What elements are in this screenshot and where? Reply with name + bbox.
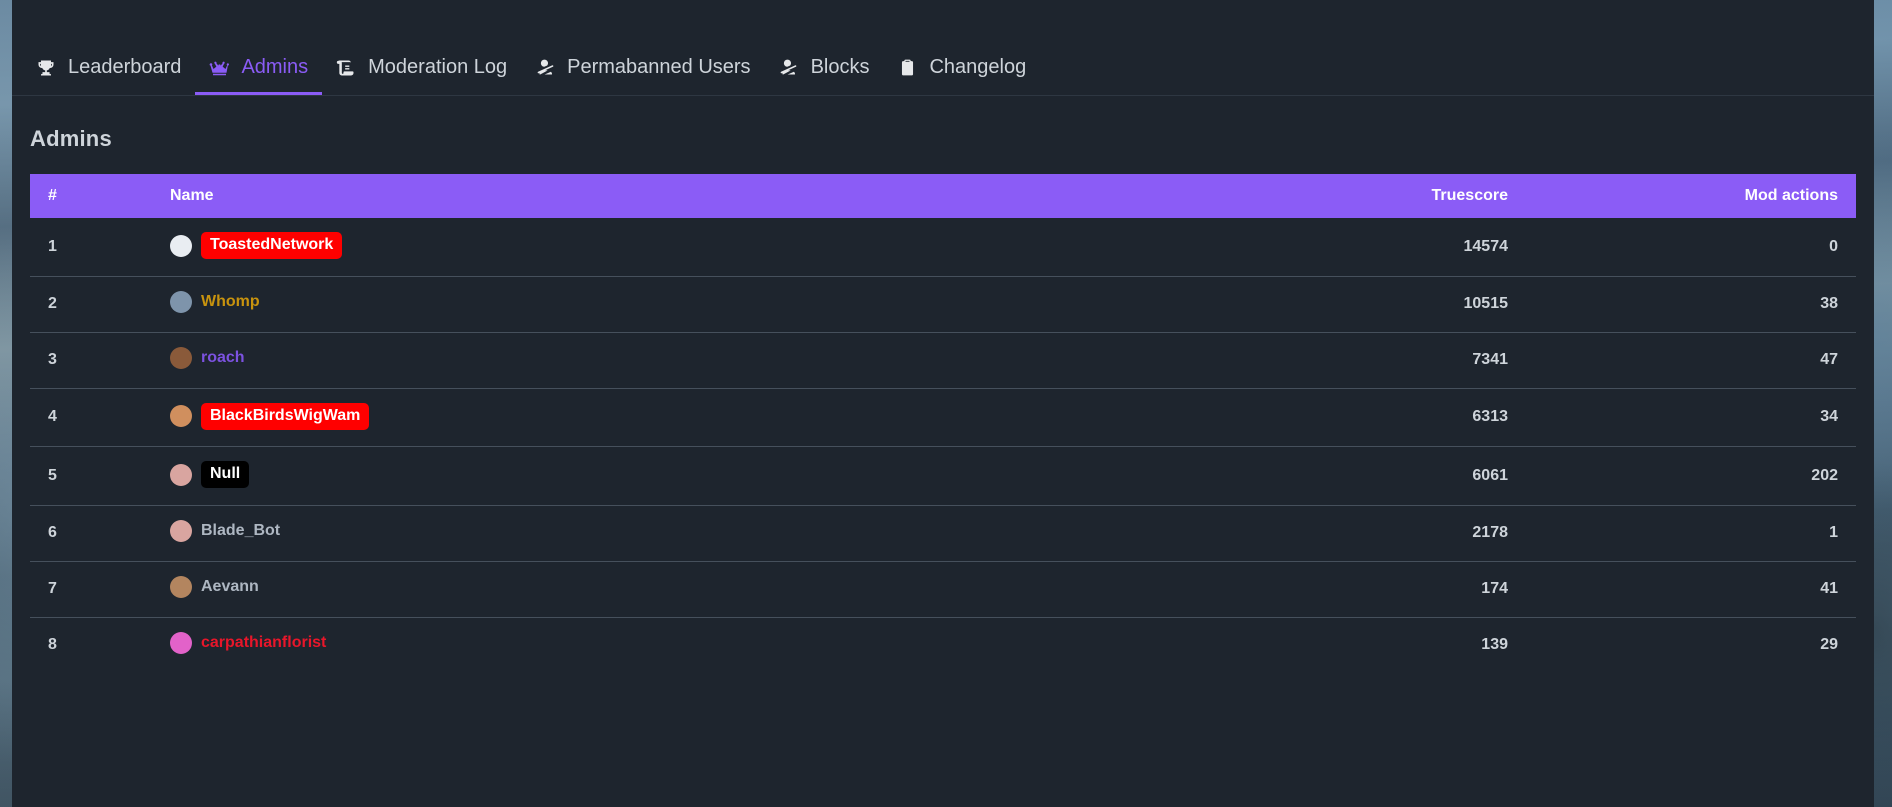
cell-truescore: 7341 xyxy=(1196,331,1526,388)
cell-truescore: 6061 xyxy=(1196,446,1526,505)
table-row: 5 Null 6061 202 xyxy=(30,446,1856,505)
cell-mod-actions: 202 xyxy=(1526,446,1856,505)
user-link[interactable]: Blade_Bot xyxy=(170,519,281,542)
cell-truescore: 139 xyxy=(1196,616,1526,673)
cell-truescore: 10515 xyxy=(1196,275,1526,332)
table-row: 4 BlackBirdsWigWam 6313 34 xyxy=(30,387,1856,447)
cell-name: Null xyxy=(152,446,1196,505)
cell-mod-actions: 41 xyxy=(1526,560,1856,617)
cell-mod-actions: 0 xyxy=(1829,237,1838,255)
avatar xyxy=(170,234,192,257)
avatar xyxy=(170,463,192,486)
page-title: Admins xyxy=(30,126,112,151)
cell-truescore: 14574 xyxy=(1463,237,1509,255)
cell-mod-actions: 29 xyxy=(1526,616,1856,673)
tab-moderation-log[interactable]: Moderation Log xyxy=(322,43,521,95)
app-container: Leaderboard Admins Moderation Log Permabann… xyxy=(12,0,1874,807)
user-link[interactable]: ToastedNetwork xyxy=(170,232,343,259)
username: roach xyxy=(201,348,245,366)
cell-rank: 5 xyxy=(30,446,152,505)
cell-mod-actions: 47 xyxy=(1526,331,1856,388)
top-strip xyxy=(12,0,1874,44)
cell-rank: 1 xyxy=(48,237,57,255)
avatar xyxy=(170,519,192,542)
cell-rank: 6 xyxy=(30,504,152,561)
cell-rank: 7 xyxy=(30,560,152,617)
avatar xyxy=(170,575,192,598)
cell-name: Aevann xyxy=(152,560,1196,617)
table-row: 2 Whomp 10515 38 xyxy=(30,275,1856,332)
cell-name: Blade_Bot xyxy=(152,504,1196,561)
table-row: 7 Aevann 174 41 xyxy=(30,560,1856,617)
user-slash-icon xyxy=(534,57,556,79)
trophy-icon xyxy=(35,57,57,79)
avatar xyxy=(170,631,192,654)
scroll-icon xyxy=(335,57,357,79)
cell-mod-actions: 34 xyxy=(1526,387,1856,447)
table-row: 3 roach 7341 47 xyxy=(30,331,1856,388)
user-link[interactable]: Aevann xyxy=(170,575,259,598)
tab-admins[interactable]: Admins xyxy=(195,43,323,95)
cell-name: roach xyxy=(152,331,1196,388)
admins-table-body: 1 ToastedNetwork 14574 0 2 Whomp 10515 38 3 roach… xyxy=(30,218,1856,673)
avatar xyxy=(170,405,192,427)
primary-tab-bar: Leaderboard Admins Moderation Log Permabann… xyxy=(12,44,1874,96)
cell-truescore: 174 xyxy=(1196,560,1526,617)
username: BlackBirdsWigWam xyxy=(201,402,370,430)
table-row: 1 ToastedNetwork 14574 0 xyxy=(30,218,1856,276)
avatar xyxy=(170,290,192,313)
tab-label: Blocks xyxy=(810,56,870,78)
cell-mod-actions: 1 xyxy=(1526,504,1856,561)
cell-truescore: 2178 xyxy=(1196,504,1526,561)
username: Whomp xyxy=(201,292,260,310)
column-header-name: Name xyxy=(152,174,1196,218)
cell-rank: 3 xyxy=(30,331,152,388)
user-link[interactable]: BlackBirdsWigWam xyxy=(170,402,370,430)
username: Aevann xyxy=(201,577,259,595)
tab-blocks[interactable]: Blocks xyxy=(765,43,884,95)
cell-truescore: 6313 xyxy=(1196,387,1526,447)
cell-name: Whomp xyxy=(152,275,1196,332)
crown-icon xyxy=(208,57,230,79)
table-row: 6 Blade_Bot 2178 1 xyxy=(30,504,1856,561)
column-header-mod: Mod actions xyxy=(1526,174,1856,218)
page-content: Admins # Name Truescore Mod actions 1 Toaste… xyxy=(12,96,1874,673)
username: Blade_Bot xyxy=(201,521,281,539)
tab-label: Moderation Log xyxy=(368,56,508,78)
cell-name: BlackBirdsWigWam xyxy=(152,387,1196,447)
tab-leaderboard[interactable]: Leaderboard xyxy=(22,43,195,95)
username: carpathianflorist xyxy=(201,633,327,651)
user-link[interactable]: roach xyxy=(170,346,245,369)
username: ToastedNetwork xyxy=(201,232,343,259)
tab-label: Changelog xyxy=(929,56,1027,78)
table-header-row: # Name Truescore Mod actions xyxy=(30,174,1856,218)
cell-rank: 4 xyxy=(30,387,152,447)
table-row: 8 carpathianflorist 139 29 xyxy=(30,616,1856,673)
clipboard-icon xyxy=(896,57,918,79)
tab-permabanned-users[interactable]: Permabanned Users xyxy=(521,43,764,95)
column-header-score: Truescore xyxy=(1196,174,1526,218)
admins-table-head: # Name Truescore Mod actions xyxy=(30,174,1856,218)
cell-name: carpathianflorist xyxy=(152,616,1196,673)
user-link[interactable]: carpathianflorist xyxy=(170,631,327,654)
cell-name: ToastedNetwork xyxy=(152,218,1196,276)
tab-label: Permabanned Users xyxy=(567,56,751,78)
tab-label: Admins xyxy=(241,56,309,78)
cell-rank: 2 xyxy=(30,275,152,332)
avatar xyxy=(170,346,192,369)
tab-changelog[interactable]: Changelog xyxy=(883,43,1040,95)
user-link[interactable]: Null xyxy=(170,461,250,488)
username: Null xyxy=(201,461,250,488)
cell-rank: 8 xyxy=(30,616,152,673)
column-header-rank: # xyxy=(30,174,152,218)
user-slash-icon xyxy=(778,57,800,79)
user-link[interactable]: Whomp xyxy=(170,290,260,313)
cell-mod-actions: 38 xyxy=(1526,275,1856,332)
admins-table: # Name Truescore Mod actions 1 ToastedNetwor… xyxy=(30,174,1856,673)
tab-label: Leaderboard xyxy=(68,56,182,78)
